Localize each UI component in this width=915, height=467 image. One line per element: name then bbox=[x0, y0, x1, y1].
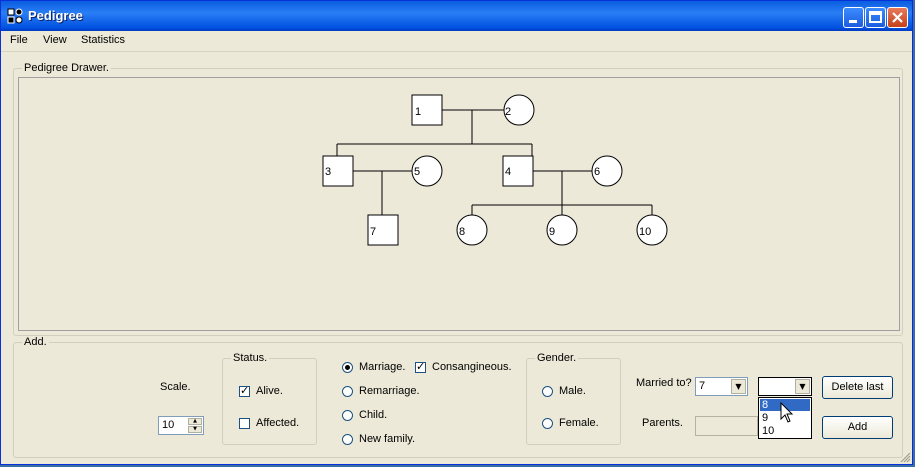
alive-checkbox[interactable]: ✓ bbox=[239, 384, 250, 397]
remarriage-radio[interactable] bbox=[342, 386, 353, 397]
scale-spinner[interactable]: 10 ▲ ▼ bbox=[158, 416, 204, 435]
child-of-select[interactable]: ▼ bbox=[758, 377, 812, 396]
dropdown-option-10[interactable]: 10 bbox=[760, 425, 810, 437]
node-label-5: 5 bbox=[414, 166, 420, 178]
maximize-button[interactable] bbox=[865, 7, 886, 28]
node-label-6: 6 bbox=[594, 166, 600, 178]
alive-label: Alive. bbox=[256, 385, 283, 397]
node-label-9: 9 bbox=[549, 226, 555, 238]
chevron-down-icon[interactable]: ▼ bbox=[731, 379, 746, 394]
consanguineous-checkbox[interactable]: ✓ bbox=[415, 360, 426, 373]
new-family-label: New family. bbox=[359, 433, 416, 445]
female-label: Female. bbox=[559, 417, 599, 429]
title-bar[interactable]: Pedigree bbox=[1, 1, 912, 31]
parents-field bbox=[695, 416, 758, 436]
pedigree-drawer-label: Pedigree Drawer. bbox=[22, 62, 111, 74]
checkmark-icon: ✓ bbox=[416, 360, 426, 373]
married-to-value: 7 bbox=[699, 380, 706, 392]
scale-label: Scale. bbox=[160, 381, 191, 393]
node-label-4: 4 bbox=[505, 166, 511, 178]
node-label-8: 8 bbox=[459, 226, 465, 238]
female-radio[interactable] bbox=[542, 418, 553, 429]
remarriage-label: Remarriage. bbox=[359, 385, 420, 397]
affected-label: Affected. bbox=[256, 417, 300, 429]
node-label-7: 7 bbox=[370, 226, 376, 238]
delete-last-button[interactable]: Delete last bbox=[822, 376, 893, 399]
add-group-label: Add. bbox=[22, 336, 49, 348]
marriage-label: Marriage. bbox=[359, 361, 406, 373]
male-radio[interactable] bbox=[542, 386, 553, 397]
checkmark-icon: ✓ bbox=[240, 384, 250, 397]
chevron-down-icon[interactable]: ▼ bbox=[795, 379, 810, 394]
close-icon bbox=[892, 12, 903, 23]
parents-label: Parents. bbox=[642, 417, 683, 429]
child-radio[interactable] bbox=[342, 410, 353, 421]
pedigree-canvas[interactable]: 1 2 3 4 5 6 7 8 9 10 bbox=[18, 77, 900, 331]
maximize-icon bbox=[869, 11, 882, 23]
pedigree-app-icon bbox=[7, 8, 23, 24]
marriage-radio[interactable] bbox=[342, 362, 353, 373]
scale-value: 10 bbox=[162, 419, 175, 431]
menu-view[interactable]: View bbox=[43, 34, 67, 46]
status-label: Status. bbox=[231, 352, 270, 364]
spin-up-icon[interactable]: ▲ bbox=[188, 418, 202, 425]
minimize-icon bbox=[849, 20, 857, 23]
married-to-select[interactable]: 7 ▼ bbox=[695, 377, 748, 396]
gender-group: Gender. bbox=[526, 352, 621, 445]
menu-statistics[interactable]: Statistics bbox=[81, 34, 125, 46]
minimize-button[interactable] bbox=[843, 7, 864, 28]
menu-bar: File View Statistics bbox=[1, 31, 912, 52]
node-label-10: 10 bbox=[639, 226, 651, 238]
gender-label: Gender. bbox=[535, 352, 579, 364]
spin-down-icon[interactable]: ▼ bbox=[188, 426, 202, 433]
node-label-1: 1 bbox=[415, 106, 421, 118]
add-button[interactable]: Add bbox=[822, 416, 893, 439]
consanguineous-label: Consangineous. bbox=[432, 361, 512, 373]
menu-file[interactable]: File bbox=[10, 34, 28, 46]
new-family-radio[interactable] bbox=[342, 434, 353, 445]
resize-grip-icon[interactable] bbox=[899, 451, 911, 463]
window-title: Pedigree bbox=[28, 8, 83, 23]
mouse-pointer-icon bbox=[780, 402, 794, 423]
affected-checkbox[interactable] bbox=[239, 418, 250, 429]
close-button[interactable] bbox=[887, 7, 908, 28]
app-window: Pedigree File View Statistics Pedigree D… bbox=[0, 0, 913, 465]
node-label-2: 2 bbox=[505, 106, 511, 118]
pedigree-diagram: 1 2 3 4 5 6 7 8 9 10 bbox=[322, 94, 668, 246]
married-to-label: Married to? bbox=[636, 377, 692, 389]
status-group: Status. bbox=[222, 352, 317, 445]
male-label: Male. bbox=[559, 385, 586, 397]
child-label: Child. bbox=[359, 409, 388, 421]
node-label-3: 3 bbox=[325, 166, 331, 178]
